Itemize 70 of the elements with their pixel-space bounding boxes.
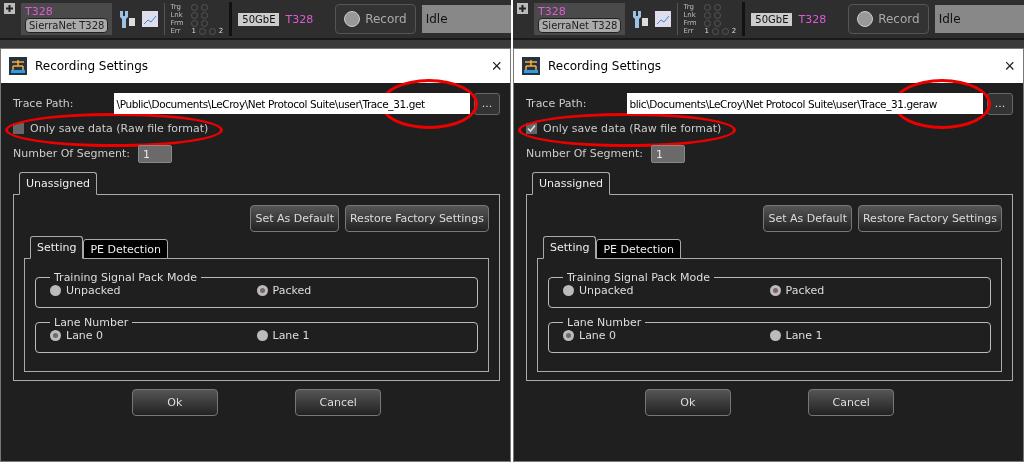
wrench-icon[interactable] [631, 10, 650, 28]
dialog-button[interactable]: Ok [644, 389, 731, 416]
speed-tag: 50GbE [751, 12, 793, 26]
action-button[interactable]: Set As Default [250, 205, 339, 232]
checkbox-label: Only save data (Raw file format) [543, 122, 722, 135]
dialog-title: Recording Settings [548, 59, 663, 73]
dialog-button[interactable]: Ok [131, 389, 218, 416]
chart-icon[interactable] [655, 11, 672, 27]
chart-icon[interactable] [142, 11, 159, 27]
tab[interactable]: PE Detection [83, 239, 168, 259]
device-button[interactable]: SierraNet T328 [538, 18, 622, 33]
checkbox-label: Only save data (Raw file format) [30, 122, 209, 135]
wrench-icon[interactable] [118, 10, 137, 28]
group-title: Training Signal Pack Mode [53, 271, 198, 284]
field-label: Number Of Segment: [526, 147, 643, 160]
radio-button[interactable] [563, 330, 574, 341]
trace-path-field[interactable]: blic\Documents\LeCroy\Net Protocol Suite\user\Trace_31.geraw [626, 93, 983, 114]
record-button[interactable]: Record [335, 4, 416, 34]
radio-button[interactable] [256, 285, 268, 296]
field-label: Trace Path: [526, 97, 587, 110]
record-button[interactable]: Record [848, 4, 929, 34]
tab[interactable]: Setting [30, 236, 84, 259]
tab[interactable]: Setting [543, 236, 597, 259]
group-title: Lane Number [53, 316, 130, 329]
radio-button[interactable] [563, 285, 574, 296]
port-label: T328 [798, 12, 827, 26]
radio-label: Unpacked [66, 284, 121, 297]
checkbox[interactable] [526, 123, 537, 134]
speed-tag: 50GbE [238, 12, 280, 26]
radio-button[interactable] [50, 285, 61, 296]
radio-button[interactable] [50, 330, 61, 341]
status-field: Idle [421, 5, 511, 33]
checkbox[interactable] [13, 123, 24, 134]
group-title: Lane Number [566, 316, 643, 329]
tab[interactable]: Unassigned [19, 172, 97, 195]
close-button[interactable]: × [491, 55, 502, 77]
device-label: T328 [538, 5, 567, 18]
browse-button[interactable]: ... [987, 92, 1013, 115]
action-button[interactable]: Set As Default [763, 205, 852, 232]
dialog-button[interactable]: Cancel [808, 389, 895, 416]
add-icon[interactable] [517, 3, 528, 14]
device-label: T328 [25, 5, 54, 18]
radio-label: Lane 0 [66, 329, 104, 342]
browse-button[interactable]: ... [474, 92, 500, 115]
field-label: Number Of Segment: [13, 147, 130, 160]
radio-label: Unpacked [579, 284, 634, 297]
radio-button[interactable] [256, 330, 268, 341]
radio-label: Lane 1 [785, 329, 823, 342]
radio-label: Lane 1 [272, 329, 310, 342]
radio-label: Lane 0 [579, 329, 617, 342]
radio-button[interactable] [769, 330, 781, 341]
action-button[interactable]: Restore Factory Settings [857, 205, 1002, 232]
tab[interactable]: PE Detection [596, 239, 681, 259]
trace-path-field[interactable]: \Public\Documents\LeCroy\Net Protocol Suite\user\Trace_31.get [113, 93, 470, 114]
dialog-button[interactable]: Cancel [295, 389, 382, 416]
port-label: T328 [285, 12, 314, 26]
dialog-title: Recording Settings [35, 59, 150, 73]
radio-label: Packed [272, 284, 312, 297]
group-title: Training Signal Pack Mode [566, 271, 711, 284]
add-icon[interactable] [4, 3, 15, 14]
status-field: Idle [934, 5, 1024, 33]
action-button[interactable]: Restore Factory Settings [344, 205, 489, 232]
close-button[interactable]: × [1004, 55, 1015, 77]
app-icon [9, 57, 27, 75]
tab[interactable]: Unassigned [532, 172, 610, 195]
radio-label: Packed [785, 284, 825, 297]
radio-button[interactable] [769, 285, 781, 296]
app-icon [522, 57, 540, 75]
field-label: Trace Path: [13, 97, 74, 110]
device-button[interactable]: SierraNet T328 [25, 18, 109, 33]
